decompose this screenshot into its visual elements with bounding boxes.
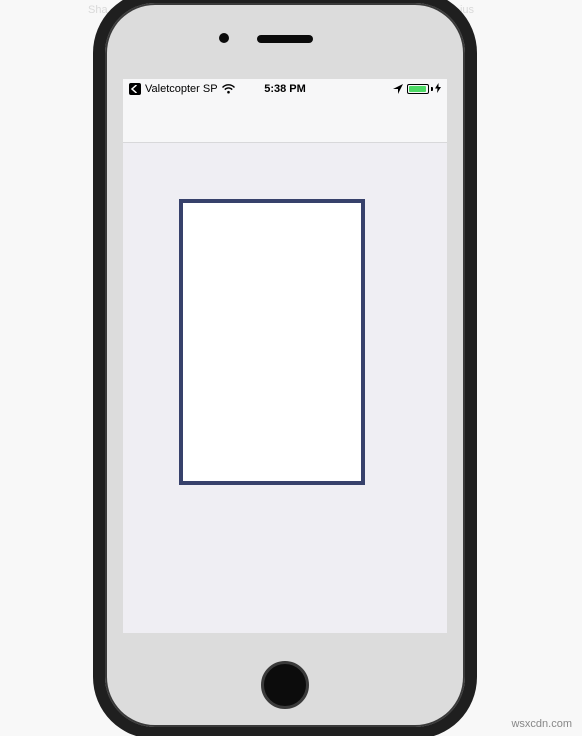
iphone-device-frame: Valetcopter SP 5:38 PM <box>105 3 465 727</box>
wifi-icon <box>222 84 235 94</box>
battery-body <box>407 84 429 94</box>
charging-bolt-icon <box>435 83 441 96</box>
battery-fill <box>409 86 426 92</box>
watermark-text: wsxcdn.com <box>511 718 572 730</box>
location-icon <box>393 84 403 94</box>
ios-status-bar: Valetcopter SP 5:38 PM <box>123 79 447 99</box>
bg-text: Sha <box>88 4 108 16</box>
battery-cap <box>431 87 433 91</box>
back-to-app-icon[interactable] <box>129 83 141 95</box>
app-content-area <box>123 143 447 633</box>
status-time: 5:38 PM <box>264 83 306 95</box>
bg-text: ius <box>460 4 474 16</box>
front-camera <box>219 33 229 43</box>
home-button[interactable] <box>261 661 309 709</box>
bordered-uiview <box>179 199 365 485</box>
phone-screen: Valetcopter SP 5:38 PM <box>123 79 447 633</box>
ios-navigation-bar <box>123 99 447 143</box>
battery-indicator <box>407 83 441 96</box>
earpiece-slot <box>257 35 313 43</box>
back-to-app-label[interactable]: Valetcopter SP <box>145 83 218 95</box>
